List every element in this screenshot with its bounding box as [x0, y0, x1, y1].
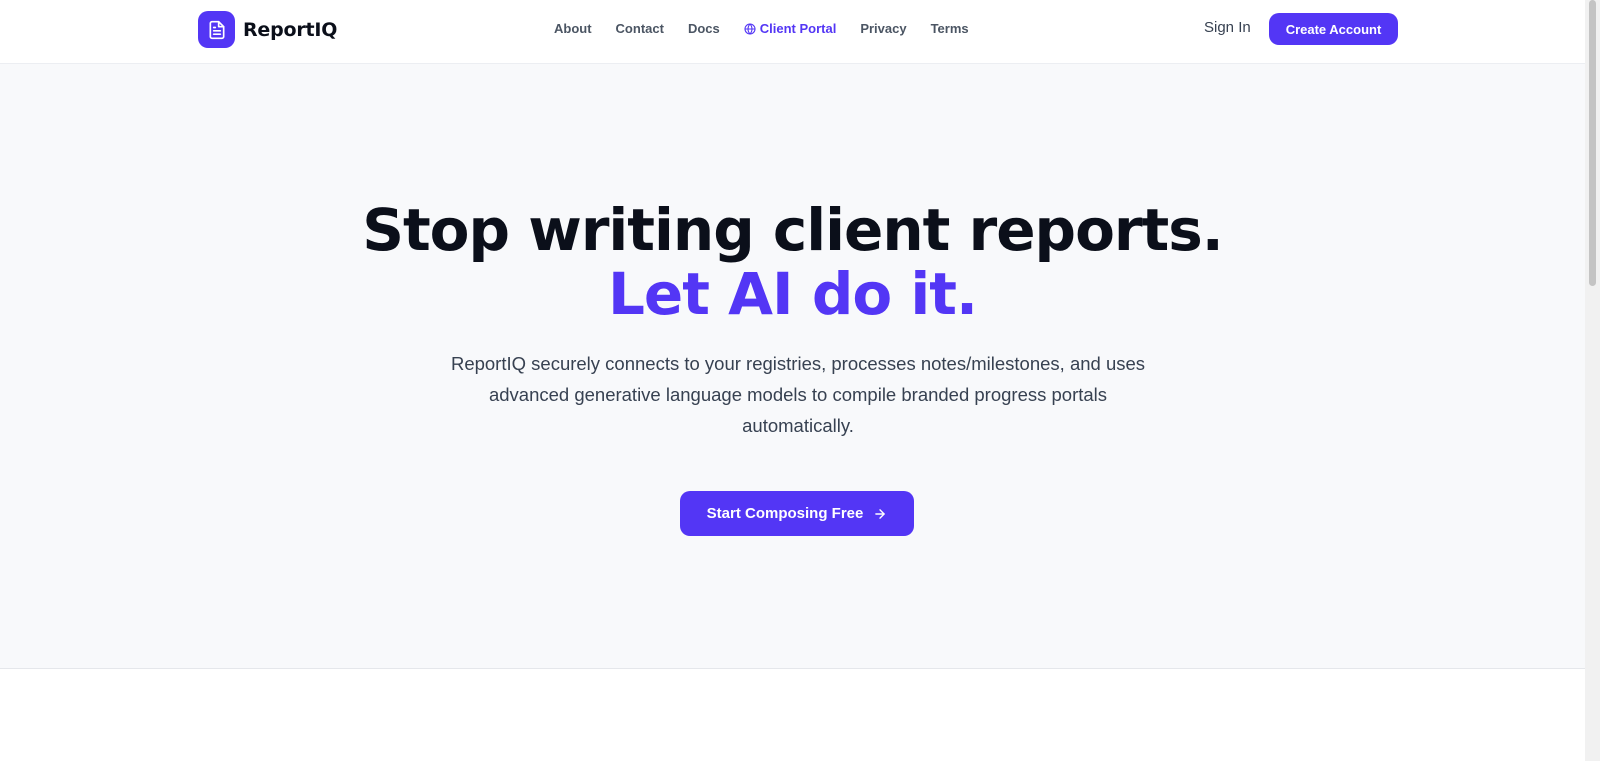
- sign-in-link[interactable]: Sign In: [1204, 19, 1251, 36]
- page-scrollbar[interactable]: [1585, 0, 1600, 761]
- nav-link-docs[interactable]: Docs: [688, 21, 720, 36]
- globe-icon: [744, 22, 756, 35]
- next-section: [0, 670, 1585, 761]
- hero-description: ReportIQ securely connects to your regis…: [450, 353, 1146, 436]
- brand-logo[interactable]: ReportIQ: [198, 11, 337, 48]
- brand-name: ReportIQ: [243, 18, 338, 41]
- nav-link-terms[interactable]: Terms: [931, 21, 969, 36]
- scrollbar-thumb[interactable]: [1589, 0, 1596, 286]
- nav-link-client-portal[interactable]: Client Portal: [744, 21, 837, 36]
- create-account-button[interactable]: Create Account: [1269, 13, 1398, 45]
- hero-title-line1: Stop writing client reports.: [362, 196, 1224, 264]
- start-composing-label: Start Composing Free: [706, 505, 864, 522]
- hero-title-line2: Let AI do it.: [607, 260, 978, 328]
- hero-section: Stop writing client reports. Let AI do i…: [0, 64, 1585, 669]
- arrow-right-icon: [873, 507, 887, 521]
- main-nav: About Contact Docs Client Portal Privacy…: [554, 21, 993, 36]
- nav-link-privacy[interactable]: Privacy: [860, 21, 906, 36]
- start-composing-button[interactable]: Start Composing Free: [680, 491, 914, 536]
- nav-link-contact[interactable]: Contact: [616, 21, 664, 36]
- top-navbar: ReportIQ About Contact Docs Client Porta…: [0, 0, 1585, 64]
- nav-link-about[interactable]: About: [554, 21, 592, 36]
- document-icon: [198, 11, 235, 48]
- nav-link-client-portal-label: Client Portal: [759, 21, 837, 36]
